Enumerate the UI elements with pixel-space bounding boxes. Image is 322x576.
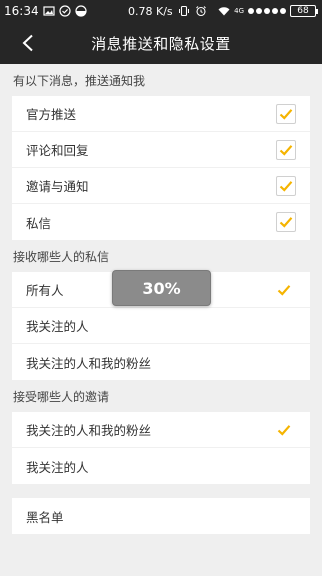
pm-following-label: 我关注的人 <box>26 319 89 334</box>
progress-toast: 30% <box>112 270 211 306</box>
wifi-icon <box>218 7 230 16</box>
checkmark-icon <box>279 217 293 228</box>
notify-official-row[interactable]: 官方推送 <box>12 96 310 132</box>
pm-following-option[interactable]: 我关注的人 <box>12 308 310 344</box>
vibrate-icon <box>178 5 189 17</box>
alarm-icon <box>195 6 206 17</box>
image-icon <box>42 6 55 16</box>
nav-bar: 消息推送和隐私设置 <box>0 22 322 64</box>
selected-check-icon <box>277 284 291 296</box>
checkmark-icon <box>279 108 293 120</box>
private-messages-section-title: 接收哪些人的私信 <box>13 249 110 264</box>
pm-following-fans-option[interactable]: 我关注的人和我的粉丝 <box>12 344 310 380</box>
notify-invites-label: 邀请与通知 <box>26 179 89 194</box>
notify-private-checkbox[interactable] <box>276 212 296 232</box>
chevron-left-icon <box>22 34 33 52</box>
notify-comments-checkbox[interactable] <box>276 139 296 160</box>
signal-type: 4G <box>234 7 244 15</box>
notifications-group: 官方推送 评论和回复 邀请与通知 私信 <box>12 96 310 240</box>
notify-private-row[interactable]: 私信 <box>12 204 310 240</box>
progress-toast-text: 30% <box>142 278 181 298</box>
blacklist-group: 黑名单 <box>12 498 310 534</box>
invite-following-fans-option[interactable]: 我关注的人和我的粉丝 <box>12 412 310 448</box>
invite-following-label: 我关注的人 <box>26 459 89 475</box>
notifications-section-title: 有以下消息，推送通知我 <box>13 73 146 88</box>
status-bar: 16:34 0.78 K/s 4G 68 <box>0 0 322 22</box>
pm-following-fans-label: 我关注的人和我的粉丝 <box>26 355 152 371</box>
notify-invites-row[interactable]: 邀请与通知 <box>12 168 310 204</box>
blacklist-row[interactable]: 黑名单 <box>12 498 310 534</box>
blacklist-label: 黑名单 <box>26 509 64 525</box>
notify-official-label: 官方推送 <box>26 107 77 122</box>
checkmark-icon <box>279 144 293 156</box>
notify-comments-label: 评论和回复 <box>26 143 89 158</box>
notify-invites-checkbox[interactable] <box>276 175 296 196</box>
selected-check-icon <box>277 424 291 436</box>
signal-strength-icon <box>248 8 286 14</box>
half-circle-icon <box>74 5 87 17</box>
battery-icon: 68 <box>290 5 318 17</box>
check-circle-icon <box>58 5 71 17</box>
battery-level: 68 <box>297 5 309 16</box>
page-title: 消息推送和隐私设置 <box>91 34 231 53</box>
network-speed: 0.78 K/s <box>128 4 173 18</box>
notify-private-label: 私信 <box>26 215 52 231</box>
notify-official-checkbox[interactable] <box>276 103 296 124</box>
invite-following-option[interactable]: 我关注的人 <box>12 448 310 484</box>
notify-comments-row[interactable]: 评论和回复 <box>12 132 310 168</box>
back-button[interactable] <box>18 33 38 53</box>
invite-following-fans-label: 我关注的人和我的粉丝 <box>26 423 152 438</box>
clock: 16:34 <box>4 4 39 18</box>
checkmark-icon <box>279 180 293 192</box>
invitations-group: 我关注的人和我的粉丝 我关注的人 <box>12 412 310 484</box>
invitations-section-title: 接受哪些人的邀请 <box>13 389 110 404</box>
pm-everyone-label: 所有人 <box>26 283 64 298</box>
